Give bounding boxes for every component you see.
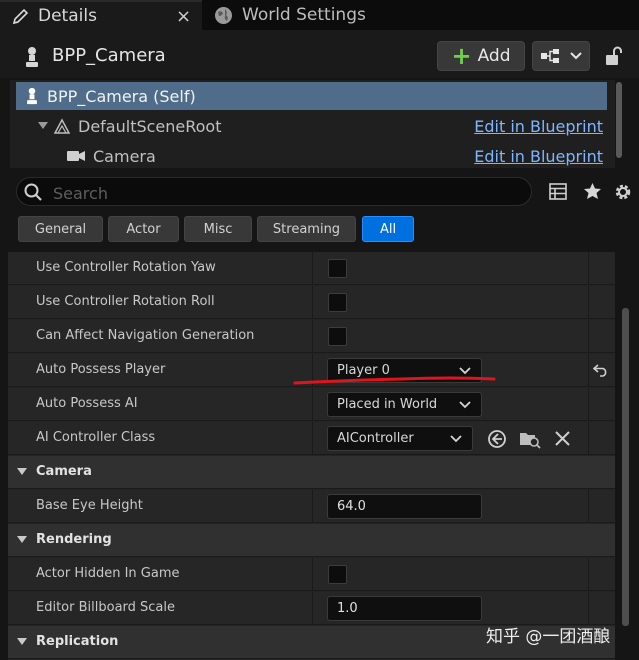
chevron-down-icon	[570, 52, 582, 60]
search-box[interactable]	[16, 177, 532, 206]
tree-item-defaultsceneroot-label: DefaultSceneRoot	[78, 116, 222, 136]
property-row-auto-possess-ai: Auto Possess AI Placed in World	[8, 388, 615, 421]
filter-tab-actor[interactable]: Actor	[108, 216, 179, 242]
pawn-icon	[25, 46, 39, 68]
pencil-icon	[12, 7, 30, 25]
tree-item-defaultsceneroot[interactable]: DefaultSceneRoot Edit in Blueprint	[16, 112, 607, 140]
input-value: 64.0	[337, 499, 366, 514]
use-controller-rotation-yaw-checkbox[interactable]	[328, 259, 347, 278]
tree-scrollbar[interactable]	[616, 82, 622, 158]
property-row-actor-hidden-in-game: Actor Hidden In Game	[8, 558, 615, 591]
chevron-down-icon	[459, 401, 471, 409]
property-row-ai-controller-class: AI Controller Class AIController	[8, 422, 615, 455]
filter-tab-misc[interactable]: Misc	[184, 216, 252, 242]
category-label: Rendering	[36, 532, 112, 547]
globe-icon	[214, 6, 233, 25]
tree-item-self[interactable]: BPP_Camera (Self)	[16, 82, 607, 110]
input-value: 1.0	[337, 601, 358, 616]
edit-in-blueprint-link[interactable]: Edit in Blueprint	[474, 117, 603, 136]
property-label: Auto Possess Player	[36, 362, 166, 377]
blueprint-options-button[interactable]	[532, 41, 590, 71]
can-affect-navigation-checkbox[interactable]	[328, 327, 347, 346]
search-icon	[24, 183, 42, 201]
property-row-use-controller-rotation-yaw: Use Controller Rotation Yaw	[8, 252, 615, 285]
collapse-arrow-icon[interactable]	[17, 638, 27, 645]
watermark: 知乎 @一团酒酿	[486, 627, 611, 647]
property-label: Use Controller Rotation Yaw	[36, 260, 216, 275]
search-input[interactable]	[51, 181, 515, 205]
ai-controller-class-dropdown[interactable]: AIController	[327, 426, 473, 451]
chevron-down-icon	[450, 435, 462, 443]
pawn-icon	[26, 87, 38, 105]
settings-gear-icon[interactable]	[613, 182, 633, 202]
category-camera[interactable]: Camera	[8, 456, 615, 489]
tab-world-settings[interactable]: World Settings	[206, 0, 406, 30]
property-row-editor-billboard-scale: Editor Billboard Scale 1.0	[8, 592, 615, 625]
base-eye-height-input[interactable]: 64.0	[327, 494, 482, 519]
dropdown-value: Placed in World	[337, 397, 438, 412]
tab-world-settings-label: World Settings	[242, 5, 366, 25]
reset-to-default-icon[interactable]	[593, 363, 609, 377]
auto-possess-ai-dropdown[interactable]: Placed in World	[327, 392, 482, 417]
category-rendering[interactable]: Rendering	[8, 524, 615, 557]
filter-tab-general[interactable]: General	[18, 216, 103, 242]
browse-asset-icon[interactable]	[519, 429, 541, 449]
property-label: Use Controller Rotation Roll	[36, 294, 215, 309]
table-view-icon[interactable]	[549, 183, 567, 200]
property-label: Actor Hidden In Game	[36, 566, 180, 581]
clear-icon[interactable]	[555, 431, 570, 446]
property-label: AI Controller Class	[36, 430, 156, 445]
edit-in-blueprint-link[interactable]: Edit in Blueprint	[474, 147, 603, 166]
filter-tab-all[interactable]: All	[362, 216, 414, 242]
tab-details[interactable]: Details ×	[0, 0, 202, 30]
collapse-arrow-icon[interactable]	[17, 536, 27, 543]
tree-item-camera-label: Camera	[93, 146, 156, 166]
add-button-label: Add	[477, 46, 511, 66]
expand-arrow-icon[interactable]	[38, 122, 48, 130]
details-scrollbar[interactable]	[622, 308, 629, 626]
star-icon[interactable]	[583, 182, 602, 200]
red-underline-annotation	[293, 376, 496, 385]
tree-item-self-label: BPP_Camera (Self)	[47, 86, 196, 106]
add-component-button[interactable]: + Add	[437, 41, 525, 71]
category-label: Camera	[36, 464, 92, 479]
tree-item-camera[interactable]: Camera Edit in Blueprint	[16, 142, 607, 170]
lock-icon[interactable]	[604, 46, 622, 66]
close-tab-button[interactable]: ×	[176, 6, 191, 27]
scene-component-icon	[53, 117, 71, 135]
editor-billboard-scale-input[interactable]: 1.0	[327, 596, 482, 621]
actor-hidden-in-game-checkbox[interactable]	[328, 565, 347, 584]
plus-icon: +	[451, 42, 472, 70]
filter-tab-streaming[interactable]: Streaming	[257, 216, 356, 242]
collapse-arrow-icon[interactable]	[17, 468, 27, 475]
use-selected-asset-icon[interactable]	[487, 429, 507, 449]
property-row-can-affect-navigation: Can Affect Navigation Generation	[8, 320, 615, 353]
tab-details-label: Details	[38, 6, 97, 26]
property-row-base-eye-height: Base Eye Height 64.0	[8, 490, 615, 523]
dropdown-value: AIController	[337, 431, 414, 446]
property-label: Can Affect Navigation Generation	[36, 328, 255, 343]
camera-icon	[66, 149, 86, 163]
property-row-use-controller-rotation-roll: Use Controller Rotation Roll	[8, 286, 615, 319]
property-label: Editor Billboard Scale	[36, 600, 176, 615]
category-label: Replication	[36, 634, 119, 649]
property-label: Auto Possess AI	[36, 396, 138, 411]
actor-name: BPP_Camera	[52, 45, 166, 66]
use-controller-rotation-roll-checkbox[interactable]	[328, 293, 347, 312]
blueprint-icon	[540, 48, 560, 64]
property-grid: Use Controller Rotation Yaw Use Controll…	[8, 252, 615, 660]
property-label: Base Eye Height	[36, 498, 143, 513]
